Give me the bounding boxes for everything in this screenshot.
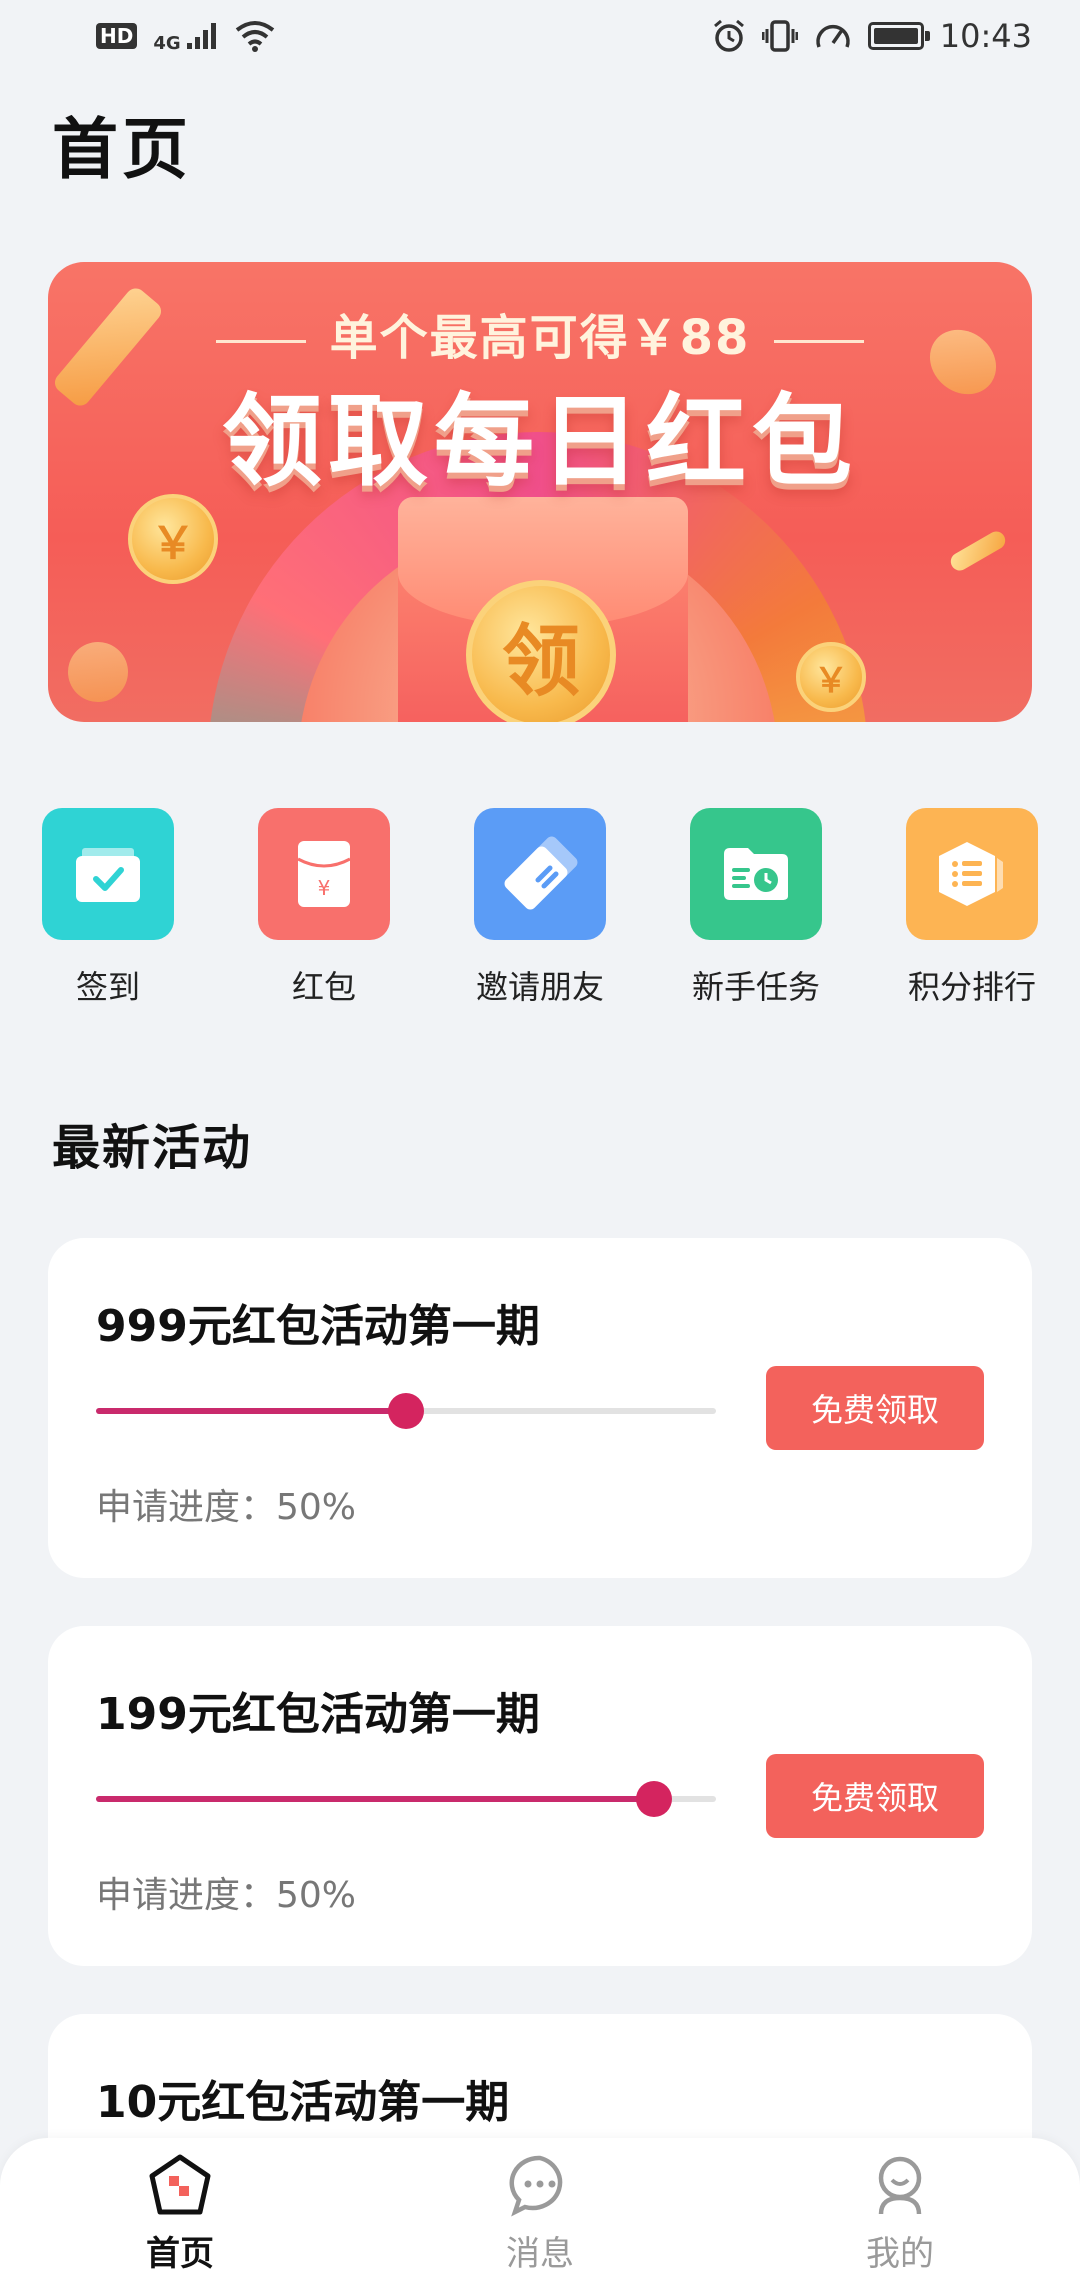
status-bar: HD 4G 10:43 [0,0,1080,72]
quick-action-tasks[interactable]: 新手任务 [666,808,846,1008]
activity-card[interactable]: 999元红包活动第一期 免费领取 申请进度：50% [48,1238,1032,1578]
ranking-list-icon [906,808,1038,940]
claim-button[interactable]: 免费领取 [766,1754,984,1838]
progress-knob[interactable] [636,1781,672,1817]
quick-action-invite[interactable]: 邀请朋友 [450,808,630,1008]
quick-action-label: 邀请朋友 [475,968,604,1006]
tab-label: 我的 [866,2234,934,2274]
quick-action-label: 签到 [75,968,140,1006]
progress-text: 申请进度：50% [96,1875,357,1916]
red-envelope-icon: ¥ [258,808,390,940]
quick-action-red-envelope[interactable]: ¥ 红包 [234,808,414,1008]
page-title: 首页 [52,111,192,188]
progress-slider[interactable] [96,1781,716,1817]
network-type: 4G [153,32,181,54]
yuan-coin-icon: ￥ [796,642,866,712]
home-icon [80,2148,280,2222]
tab-messages[interactable]: 消息 [440,2148,640,2275]
quick-action-ranking[interactable]: 积分排行 [882,808,1062,1008]
bottom-tab-bar: 首页 消息 我的 [0,2138,1080,2280]
vibrate-icon [761,20,798,52]
quick-action-label: 红包 [291,968,356,1006]
quick-action-checkin[interactable]: 签到 [18,808,198,1008]
alarm-icon [713,19,744,52]
tab-label: 消息 [506,2234,574,2274]
progress-text: 申请进度：50% [96,1487,357,1528]
coin-icon: 领 [466,580,616,722]
task-folder-icon [690,808,822,940]
status-right: 10:43 [712,17,1032,55]
banner-subtitle: 单个最高可得￥88 [48,298,1032,368]
tab-home[interactable]: 首页 [80,2148,280,2275]
tab-profile[interactable]: 我的 [800,2148,1000,2275]
message-icon [440,2148,640,2222]
quick-action-label: 新手任务 [691,968,820,1006]
quick-action-label: 积分排行 [907,968,1036,1006]
yuan-coin-icon: ￥ [128,494,218,584]
sparkle-decoration [947,528,1009,574]
tab-label: 首页 [146,2234,214,2274]
profile-icon [800,2148,1000,2222]
claim-button[interactable]: 免费领取 [766,1366,984,1450]
battery-icon [867,22,930,50]
progress-slider[interactable] [96,1393,716,1429]
quick-actions: 签到 ¥ 红包 邀请朋友 新手任务 积分排行 [0,808,1080,1008]
banner-title: 领取每日红包 [222,383,858,500]
activity-card[interactable]: 199元红包活动第一期 免费领取 申请进度：50% [48,1626,1032,1966]
hd-badge: HD [96,23,138,49]
wifi-icon [235,21,274,52]
section-title: 最新活动 [52,1120,253,1176]
activity-title: 199元红包活动第一期 [96,1689,540,1740]
progress-fill [96,1796,654,1802]
progress-fill [96,1408,406,1414]
promo-banner[interactable]: 领 ￥ ￥ 单个最高可得￥88 领取每日红包 [48,262,1032,722]
status-left: HD 4G [96,19,275,54]
status-time: 10:43 [939,17,1032,55]
signal-icon [186,23,216,49]
activity-title: 999元红包活动第一期 [96,1301,540,1352]
svg-text:¥: ¥ [318,876,331,900]
speed-icon [816,24,850,48]
progress-knob[interactable] [388,1393,424,1429]
sparkle-decoration [55,629,141,715]
checkin-icon [42,808,174,940]
activity-title: 10元红包活动第一期 [96,2077,510,2128]
invite-card-icon [474,808,606,940]
